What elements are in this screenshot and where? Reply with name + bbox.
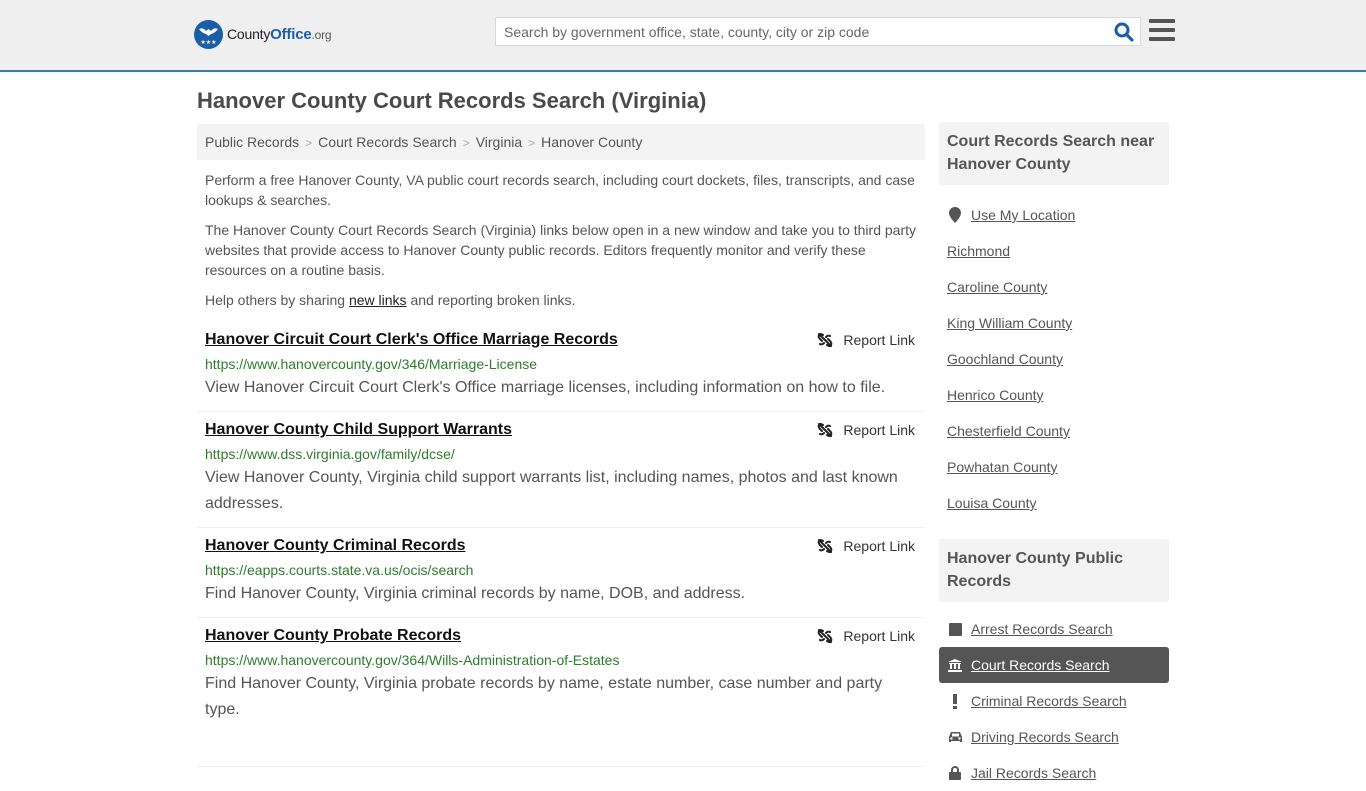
menu-icon-bar: [1149, 37, 1175, 41]
result-url[interactable]: https://www.hanovercounty.gov/346/Marria…: [205, 355, 917, 373]
sidebar-item-driving-records[interactable]: Driving Records Search: [939, 719, 1169, 755]
report-link-button[interactable]: Report Link: [817, 422, 915, 438]
nearby-item[interactable]: Caroline County: [939, 269, 1169, 305]
new-links-link[interactable]: new links: [349, 292, 407, 308]
logo-text-county: County: [227, 26, 271, 42]
menu-icon-bar: [1149, 19, 1175, 23]
breadcrumb-hanover-county[interactable]: Hanover County: [541, 134, 642, 150]
breadcrumb-virginia[interactable]: Virginia: [476, 134, 522, 150]
sidebar-item-criminal-records[interactable]: Criminal Records Search: [939, 683, 1169, 719]
result-item: Hanover Circuit Court Clerk's Office Mar…: [197, 322, 925, 412]
result-title-link[interactable]: Hanover County Child Support Warrants: [205, 420, 512, 440]
menu-icon-bar: [1149, 28, 1175, 32]
result-title-link[interactable]: Hanover County Probate Records: [205, 626, 461, 646]
nearby-list: Use My Location Richmond Caroline County…: [939, 197, 1169, 521]
result-item: Hanover County Criminal Records Report L…: [197, 528, 925, 618]
square-icon: [947, 621, 963, 637]
result-description: View Hanover County, Virginia child supp…: [205, 469, 898, 512]
public-records-heading: Hanover County Public Records: [939, 539, 1169, 602]
nearby-item[interactable]: Henrico County: [939, 377, 1169, 413]
result-title-link[interactable]: Hanover Circuit Court Clerk's Office Mar…: [205, 330, 618, 350]
page-title: Hanover County Court Records Search (Vir…: [197, 88, 707, 113]
result-url[interactable]: https://www.dss.virginia.gov/family/dcse…: [205, 445, 917, 463]
svg-text:★★★: ★★★: [200, 39, 216, 46]
result-url[interactable]: https://www.hanovercounty.gov/364/Wills-…: [205, 651, 917, 669]
sidebar: Court Records Search near Hanover County…: [939, 122, 1169, 791]
use-my-location[interactable]: Use My Location: [939, 197, 1169, 233]
results-list: Hanover Circuit Court Clerk's Office Mar…: [197, 322, 925, 733]
broken-link-icon: [818, 423, 833, 437]
result-title-link[interactable]: Hanover County Criminal Records: [205, 536, 466, 556]
nearby-item[interactable]: Chesterfield County: [939, 413, 1169, 449]
report-link-button[interactable]: Report Link: [817, 628, 915, 644]
breadcrumb-separator: >: [305, 136, 313, 150]
result-item: Hanover County Probate Records Report Li…: [197, 618, 925, 733]
report-link-button[interactable]: Report Link: [817, 332, 915, 348]
use-my-location-link[interactable]: Use My Location: [971, 207, 1075, 223]
nearby-item[interactable]: Powhatan County: [939, 449, 1169, 485]
nearby-heading: Court Records Search near Hanover County: [939, 122, 1169, 185]
courthouse-icon: [947, 657, 963, 673]
nearby-item[interactable]: Richmond: [939, 233, 1169, 269]
sidebar-item-jail-records[interactable]: Jail Records Search: [939, 755, 1169, 791]
breadcrumb-separator: >: [528, 136, 536, 150]
exclamation-icon: [947, 693, 963, 709]
result-description: Find Hanover County, Virginia probate re…: [205, 675, 883, 718]
nearby-item[interactable]: King William County: [939, 305, 1169, 341]
nearby-item[interactable]: Louisa County: [939, 485, 1169, 521]
car-icon: [947, 729, 963, 745]
nearby-item[interactable]: Goochland County: [939, 341, 1169, 377]
intro-paragraph: The Hanover County Court Records Search …: [205, 222, 916, 278]
hamburger-menu-button[interactable]: [1149, 19, 1175, 43]
logo-text-brand: Office: [270, 26, 312, 43]
breadcrumb: Public Records > Court Records Search > Virg…: [197, 124, 925, 160]
divider: [197, 766, 925, 767]
site-logo[interactable]: ★★★ CountyOffice.org: [194, 20, 332, 49]
sidebar-item-court-records[interactable]: Court Records Search: [939, 647, 1169, 683]
map-marker-icon: [947, 207, 963, 223]
search-box: [495, 17, 1141, 46]
search-icon: [1114, 22, 1134, 42]
public-records-list: Arrest Records Search Court Records Sear…: [939, 611, 1169, 791]
broken-link-icon: [818, 539, 833, 553]
intro-paragraph-share: Help others by sharing new links and rep…: [205, 292, 576, 308]
breadcrumb-separator: >: [462, 136, 470, 150]
eagle-logo-icon: ★★★: [194, 20, 223, 49]
result-url[interactable]: https://eapps.courts.state.va.us/ocis/se…: [205, 561, 917, 579]
result-description: View Hanover Circuit Court Clerk's Offic…: [205, 379, 886, 396]
breadcrumb-public-records[interactable]: Public Records: [205, 134, 299, 150]
intro-paragraph: Perform a free Hanover County, VA public…: [205, 172, 915, 208]
report-link-button[interactable]: Report Link: [817, 538, 915, 554]
sidebar-item-arrest-records[interactable]: Arrest Records Search: [939, 611, 1169, 647]
lock-icon: [947, 765, 963, 781]
result-description: Find Hanover County, Virginia criminal r…: [205, 585, 746, 602]
broken-link-icon: [818, 333, 833, 347]
site-header: ★★★ CountyOffice.org: [0, 0, 1366, 72]
search-button[interactable]: [1113, 21, 1135, 43]
breadcrumb-court-records-search[interactable]: Court Records Search: [318, 134, 457, 150]
logo-text-tld: .org: [311, 28, 332, 42]
broken-link-icon: [818, 629, 833, 643]
result-item: Hanover County Child Support Warrants Re…: [197, 412, 925, 528]
intro-text: Perform a free Hanover County, VA public…: [205, 170, 921, 320]
search-input[interactable]: [496, 18, 1106, 45]
